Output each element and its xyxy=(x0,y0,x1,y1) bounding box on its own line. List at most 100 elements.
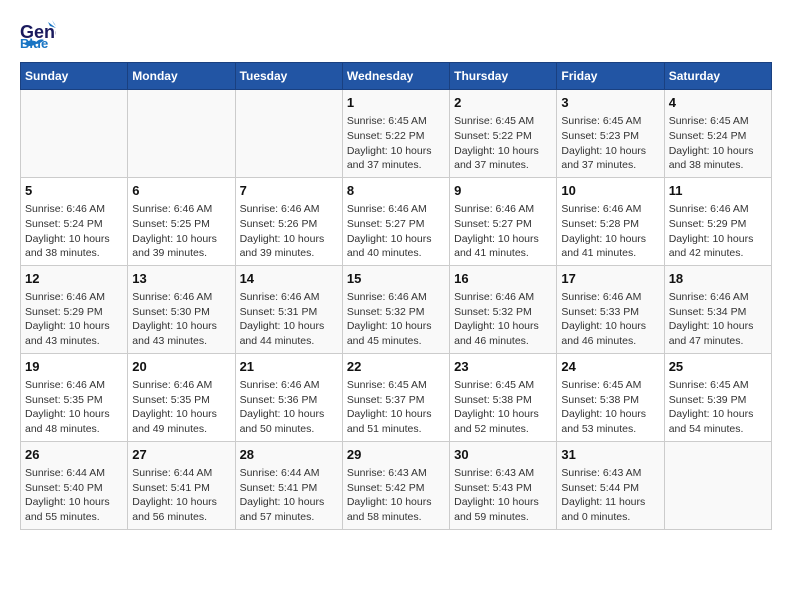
calendar-cell: 24 Sunrise: 6:45 AMSunset: 5:38 PMDayligh… xyxy=(557,353,664,441)
calendar-cell: 2 Sunrise: 6:45 AMSunset: 5:22 PMDaylight… xyxy=(450,90,557,178)
day-number: 31 xyxy=(561,446,659,464)
day-info: Sunrise: 6:45 AMSunset: 5:38 PMDaylight:… xyxy=(454,378,552,437)
calendar-cell: 27 Sunrise: 6:44 AMSunset: 5:41 PMDayligh… xyxy=(128,441,235,529)
calendar-cell xyxy=(664,441,771,529)
day-number: 5 xyxy=(25,182,123,200)
logo-bird-icon xyxy=(22,36,44,52)
column-header-friday: Friday xyxy=(557,63,664,90)
day-number: 23 xyxy=(454,358,552,376)
calendar-cell: 26 Sunrise: 6:44 AMSunset: 5:40 PMDayligh… xyxy=(21,441,128,529)
column-header-wednesday: Wednesday xyxy=(342,63,449,90)
day-info: Sunrise: 6:46 AMSunset: 5:27 PMDaylight:… xyxy=(347,202,445,261)
day-number: 22 xyxy=(347,358,445,376)
column-header-sunday: Sunday xyxy=(21,63,128,90)
day-info: Sunrise: 6:45 AMSunset: 5:22 PMDaylight:… xyxy=(454,114,552,173)
day-number: 19 xyxy=(25,358,123,376)
day-info: Sunrise: 6:46 AMSunset: 5:29 PMDaylight:… xyxy=(25,290,123,349)
column-header-tuesday: Tuesday xyxy=(235,63,342,90)
calendar-cell: 8Sunrise: 6:46 AMSunset: 5:27 PMDaylight… xyxy=(342,177,449,265)
day-number: 24 xyxy=(561,358,659,376)
day-number: 27 xyxy=(132,446,230,464)
day-number: 18 xyxy=(669,270,767,288)
day-info: Sunrise: 6:44 AMSunset: 5:41 PMDaylight:… xyxy=(132,466,230,525)
calendar-cell: 1Sunrise: 6:45 AMSunset: 5:22 PMDaylight… xyxy=(342,90,449,178)
calendar-cell: 21Sunrise: 6:46 AMSunset: 5:36 PMDayligh… xyxy=(235,353,342,441)
day-number: 26 xyxy=(25,446,123,464)
calendar-cell: 20Sunrise: 6:46 AMSunset: 5:35 PMDayligh… xyxy=(128,353,235,441)
calendar-cell: 29 Sunrise: 6:43 AMSunset: 5:42 PMDayligh… xyxy=(342,441,449,529)
day-info: Sunrise: 6:46 AMSunset: 5:31 PMDaylight:… xyxy=(240,290,338,349)
day-info: Sunrise: 6:44 AMSunset: 5:40 PMDaylight:… xyxy=(25,466,123,525)
day-number: 10 xyxy=(561,182,659,200)
day-number: 15 xyxy=(347,270,445,288)
calendar-cell xyxy=(235,90,342,178)
calendar-cell xyxy=(21,90,128,178)
day-number: 17 xyxy=(561,270,659,288)
day-number: 14 xyxy=(240,270,338,288)
calendar-header-row: SundayMondayTuesdayWednesdayThursdayFrid… xyxy=(21,63,772,90)
day-info: Sunrise: 6:43 AMSunset: 5:43 PMDaylight:… xyxy=(454,466,552,525)
calendar-cell: 11 Sunrise: 6:46 AMSunset: 5:29 PMDayligh… xyxy=(664,177,771,265)
week-row-2: 5 Sunrise: 6:46 AMSunset: 5:24 PMDaylight… xyxy=(21,177,772,265)
day-info: Sunrise: 6:45 AMSunset: 5:39 PMDaylight:… xyxy=(669,378,767,437)
day-number: 20 xyxy=(132,358,230,376)
calendar-cell: 9 Sunrise: 6:46 AMSunset: 5:27 PMDaylight… xyxy=(450,177,557,265)
day-info: Sunrise: 6:46 AMSunset: 5:32 PMDaylight:… xyxy=(454,290,552,349)
calendar-cell: 25Sunrise: 6:45 AMSunset: 5:39 PMDayligh… xyxy=(664,353,771,441)
day-info: Sunrise: 6:45 AMSunset: 5:24 PMDaylight:… xyxy=(669,114,767,173)
day-number: 30 xyxy=(454,446,552,464)
calendar-cell: 4 Sunrise: 6:45 AMSunset: 5:24 PMDaylight… xyxy=(664,90,771,178)
day-info: Sunrise: 6:45 AMSunset: 5:38 PMDaylight:… xyxy=(561,378,659,437)
week-row-5: 26 Sunrise: 6:44 AMSunset: 5:40 PMDayligh… xyxy=(21,441,772,529)
calendar-cell: 7 Sunrise: 6:46 AMSunset: 5:26 PMDaylight… xyxy=(235,177,342,265)
page-header: General Blue xyxy=(20,20,772,52)
day-number: 1 xyxy=(347,94,445,112)
day-number: 12 xyxy=(25,270,123,288)
day-info: Sunrise: 6:46 AMSunset: 5:33 PMDaylight:… xyxy=(561,290,659,349)
day-info: Sunrise: 6:46 AMSunset: 5:26 PMDaylight:… xyxy=(240,202,338,261)
day-info: Sunrise: 6:46 AMSunset: 5:36 PMDaylight:… xyxy=(240,378,338,437)
calendar-cell: 10 Sunrise: 6:46 AMSunset: 5:28 PMDayligh… xyxy=(557,177,664,265)
calendar-cell: 23 Sunrise: 6:45 AMSunset: 5:38 PMDayligh… xyxy=(450,353,557,441)
calendar-cell: 14 Sunrise: 6:46 AMSunset: 5:31 PMDayligh… xyxy=(235,265,342,353)
day-number: 9 xyxy=(454,182,552,200)
calendar-cell: 5 Sunrise: 6:46 AMSunset: 5:24 PMDaylight… xyxy=(21,177,128,265)
day-info: Sunrise: 6:43 AMSunset: 5:42 PMDaylight:… xyxy=(347,466,445,525)
day-number: 29 xyxy=(347,446,445,464)
day-info: Sunrise: 6:46 AMSunset: 5:25 PMDaylight:… xyxy=(132,202,230,261)
calendar-cell: 12 Sunrise: 6:46 AMSunset: 5:29 PMDayligh… xyxy=(21,265,128,353)
calendar-cell: 13Sunrise: 6:46 AMSunset: 5:30 PMDayligh… xyxy=(128,265,235,353)
column-header-thursday: Thursday xyxy=(450,63,557,90)
day-number: 6 xyxy=(132,182,230,200)
day-info: Sunrise: 6:43 AMSunset: 5:44 PMDaylight:… xyxy=(561,466,659,525)
day-info: Sunrise: 6:46 AMSunset: 5:35 PMDaylight:… xyxy=(25,378,123,437)
calendar-cell: 16 Sunrise: 6:46 AMSunset: 5:32 PMDayligh… xyxy=(450,265,557,353)
day-number: 7 xyxy=(240,182,338,200)
week-row-1: 1 Sunrise: 6:45 AMSunset: 5:22 PMDaylight… xyxy=(21,90,772,178)
day-info: Sunrise: 6:46 AMSunset: 5:27 PMDaylight:… xyxy=(454,202,552,261)
day-info: Sunrise: 6:46 AMSunset: 5:30 PMDaylight:… xyxy=(132,290,230,349)
calendar-cell: 22Sunrise: 6:45 AMSunset: 5:37 PMDayligh… xyxy=(342,353,449,441)
day-number: 3 xyxy=(561,94,659,112)
week-row-3: 12 Sunrise: 6:46 AMSunset: 5:29 PMDayligh… xyxy=(21,265,772,353)
calendar-cell: 15 Sunrise: 6:46 AMSunset: 5:32 PMDayligh… xyxy=(342,265,449,353)
calendar-cell: 19 Sunrise: 6:46 AMSunset: 5:35 PMDayligh… xyxy=(21,353,128,441)
day-info: Sunrise: 6:46 AMSunset: 5:32 PMDaylight:… xyxy=(347,290,445,349)
day-info: Sunrise: 6:46 AMSunset: 5:28 PMDaylight:… xyxy=(561,202,659,261)
column-header-saturday: Saturday xyxy=(664,63,771,90)
day-info: Sunrise: 6:44 AMSunset: 5:41 PMDaylight:… xyxy=(240,466,338,525)
calendar-cell: 17 Sunrise: 6:46 AMSunset: 5:33 PMDayligh… xyxy=(557,265,664,353)
day-number: 11 xyxy=(669,182,767,200)
day-info: Sunrise: 6:46 AMSunset: 5:29 PMDaylight:… xyxy=(669,202,767,261)
column-header-monday: Monday xyxy=(128,63,235,90)
day-info: Sunrise: 6:46 AMSunset: 5:34 PMDaylight:… xyxy=(669,290,767,349)
calendar-cell: 6 Sunrise: 6:46 AMSunset: 5:25 PMDaylight… xyxy=(128,177,235,265)
day-number: 16 xyxy=(454,270,552,288)
logo: General Blue xyxy=(20,20,56,52)
calendar-table: SundayMondayTuesdayWednesdayThursdayFrid… xyxy=(20,62,772,530)
day-number: 2 xyxy=(454,94,552,112)
calendar-cell: 28Sunrise: 6:44 AMSunset: 5:41 PMDayligh… xyxy=(235,441,342,529)
day-info: Sunrise: 6:46 AMSunset: 5:24 PMDaylight:… xyxy=(25,202,123,261)
calendar-cell xyxy=(128,90,235,178)
day-number: 4 xyxy=(669,94,767,112)
